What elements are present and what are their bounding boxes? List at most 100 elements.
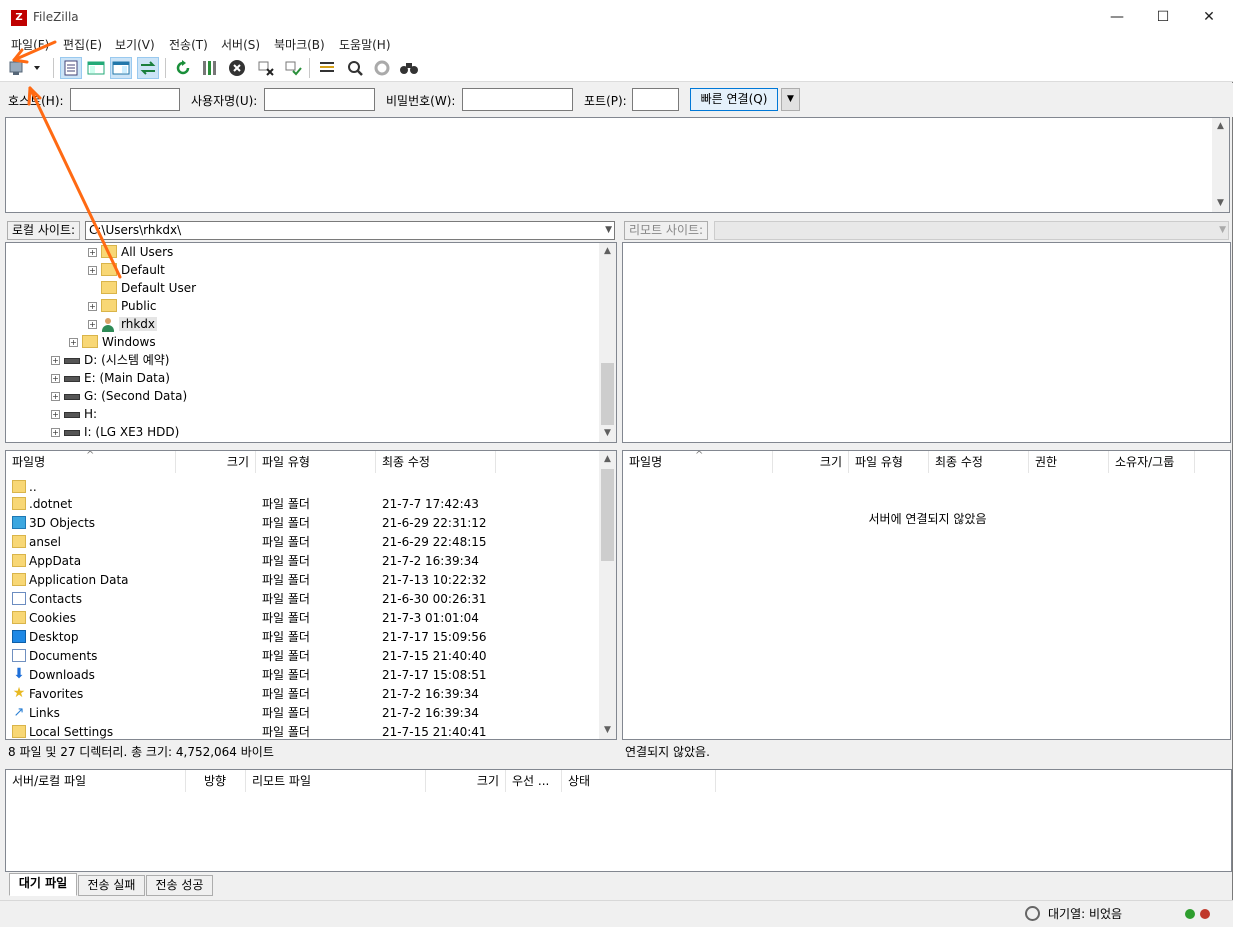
column-header-priority[interactable]: 우선 ...: [506, 770, 562, 792]
column-header-size[interactable]: 크기: [426, 770, 506, 792]
expand-icon[interactable]: +: [51, 428, 60, 437]
scroll-up-icon[interactable]: ▲: [599, 451, 616, 468]
tab-queued-files[interactable]: 대기 파일: [9, 873, 77, 896]
close-button[interactable]: ✕: [1186, 0, 1232, 34]
message-log[interactable]: ▲ ▼: [5, 117, 1230, 213]
local-tree-scrollbar[interactable]: ▲ ▼: [599, 243, 616, 442]
menu-help[interactable]: 도움말(H): [339, 36, 391, 53]
tree-item[interactable]: + All Users: [88, 243, 173, 261]
synchronized-browsing-button[interactable]: [371, 57, 393, 79]
column-header-modified[interactable]: 최종 수정: [929, 451, 1029, 473]
column-header-type[interactable]: 파일 유형: [849, 451, 929, 473]
column-header-permissions[interactable]: 권한: [1029, 451, 1109, 473]
quickconnect-history-dropdown[interactable]: ▼: [781, 88, 800, 111]
site-manager-button[interactable]: [6, 57, 42, 79]
scroll-down-icon[interactable]: ▼: [599, 425, 616, 442]
tab-successful-transfers[interactable]: 전송 성공: [146, 875, 213, 896]
remote-status-text: 연결되지 않았음.: [622, 741, 1231, 763]
column-header-name[interactable]: 파일명 ^: [623, 451, 773, 473]
username-input[interactable]: [264, 88, 375, 111]
maximize-button[interactable]: ☐: [1140, 0, 1186, 34]
column-header-remote-file[interactable]: 리모트 파일: [246, 770, 426, 792]
expand-icon[interactable]: +: [88, 266, 97, 275]
process-queue-icon: [203, 61, 216, 75]
reconnect-button[interactable]: [282, 57, 304, 79]
local-file-list-scrollbar[interactable]: ▲ ▼: [599, 451, 616, 739]
column-header-owner[interactable]: 소유자/그룹: [1109, 451, 1195, 473]
tree-item[interactable]: + Public: [88, 297, 157, 315]
password-input[interactable]: [462, 88, 573, 111]
tree-item[interactable]: + G: (Second Data): [51, 387, 187, 405]
toggle-message-log-button[interactable]: [60, 57, 82, 79]
menu-transfer[interactable]: 전송(T): [169, 36, 208, 53]
expand-icon[interactable]: +: [69, 338, 78, 347]
column-header-status[interactable]: 상태: [562, 770, 716, 792]
disconnect-button[interactable]: [255, 57, 277, 79]
compare-directories-button[interactable]: [344, 57, 366, 79]
refresh-icon: [176, 60, 190, 75]
scroll-down-icon[interactable]: ▼: [599, 722, 616, 739]
tree-item[interactable]: + D: (시스템 예약): [51, 351, 169, 369]
tree-item[interactable]: + E: (Main Data): [51, 369, 170, 387]
chevron-down-icon[interactable]: ▼: [1219, 222, 1226, 239]
scroll-up-icon[interactable]: ▲: [599, 243, 616, 260]
scroll-down-icon[interactable]: ▼: [1212, 195, 1229, 212]
toggle-transfer-queue-button[interactable]: [137, 57, 159, 79]
toggle-local-tree-button[interactable]: [85, 57, 107, 79]
column-header-size[interactable]: 크기: [773, 451, 849, 473]
column-header-name[interactable]: 파일명 ^: [6, 451, 176, 473]
port-input[interactable]: [632, 88, 679, 111]
host-input[interactable]: [70, 88, 180, 111]
column-header-server-local-file[interactable]: 서버/로컬 파일: [6, 770, 186, 792]
remote-directory-tree[interactable]: [622, 242, 1231, 443]
folder-icon: [101, 281, 117, 294]
process-queue-button[interactable]: [199, 57, 221, 79]
column-header-modified[interactable]: 최종 수정: [376, 451, 496, 473]
tree-item-selected[interactable]: + rhkdx: [88, 315, 157, 333]
menu-file[interactable]: 파일(F): [11, 36, 49, 53]
expand-icon[interactable]: +: [88, 248, 97, 257]
scrollbar-thumb[interactable]: [601, 469, 614, 561]
message-log-scrollbar[interactable]: ▲ ▼: [1212, 118, 1229, 212]
cancel-operation-button[interactable]: [226, 57, 248, 79]
tree-item[interactable]: + H:: [51, 405, 97, 423]
expand-icon[interactable]: +: [88, 320, 97, 329]
menu-bookmarks[interactable]: 북마크(B): [274, 36, 325, 53]
tab-failed-transfers[interactable]: 전송 실패: [78, 875, 145, 896]
expand-icon[interactable]: +: [51, 392, 60, 401]
remote-file-list[interactable]: 파일명 ^ 크기 파일 유형 최종 수정 권한 소유자/그룹 서버에 연결되지 않…: [622, 450, 1231, 740]
menu-bar: 파일(F) 편집(E) 보기(V) 전송(T) 서버(S) 북마크(B) 도움말…: [0, 34, 1233, 54]
chevron-down-icon[interactable]: ▼: [605, 222, 612, 239]
expand-icon[interactable]: +: [51, 410, 60, 419]
column-header-type[interactable]: 파일 유형: [256, 451, 376, 473]
folder-icon: [82, 335, 98, 348]
expand-icon[interactable]: +: [51, 374, 60, 383]
scroll-up-icon[interactable]: ▲: [1212, 118, 1229, 135]
binoculars-icon: [400, 63, 418, 74]
directory-listing-filters-button[interactable]: [316, 57, 338, 79]
column-header-size[interactable]: 크기: [176, 451, 256, 473]
quickconnect-button[interactable]: 빠른 연결(Q): [690, 88, 778, 111]
menu-edit[interactable]: 편집(E): [63, 36, 102, 53]
local-file-list[interactable]: 파일명 ^ 크기 파일 유형 최종 수정 .. .dotnet 파일 폴더 21-7-…: [5, 450, 617, 740]
toggle-remote-tree-button[interactable]: [110, 57, 132, 79]
disconnect-icon: [258, 61, 274, 76]
tree-item[interactable]: + Windows: [69, 333, 156, 351]
tree-item[interactable]: Default User: [101, 279, 196, 297]
expand-icon[interactable]: +: [88, 302, 97, 311]
remote-path-combobox[interactable]: ▼: [714, 221, 1229, 240]
local-path-combobox[interactable]: C:\Users\rhkdx\ ▼: [85, 221, 615, 240]
menu-view[interactable]: 보기(V): [115, 36, 155, 53]
expand-icon[interactable]: +: [51, 356, 60, 365]
port-label: 포트(P):: [584, 94, 627, 108]
tree-item[interactable]: + Default: [88, 261, 165, 279]
menu-server[interactable]: 서버(S): [221, 36, 260, 53]
refresh-button[interactable]: [172, 57, 194, 79]
transfer-queue[interactable]: 서버/로컬 파일 방향 리모트 파일 크기 우선 ... 상태: [5, 769, 1232, 872]
local-directory-tree[interactable]: + All Users + Default Default User + Public…: [5, 242, 617, 443]
minimize-button[interactable]: —: [1094, 0, 1140, 34]
scrollbar-thumb[interactable]: [601, 363, 614, 425]
search-remote-files-button[interactable]: [398, 57, 420, 79]
column-header-direction[interactable]: 방향: [186, 770, 246, 792]
tree-item[interactable]: + I: (LG XE3 HDD): [51, 423, 179, 441]
